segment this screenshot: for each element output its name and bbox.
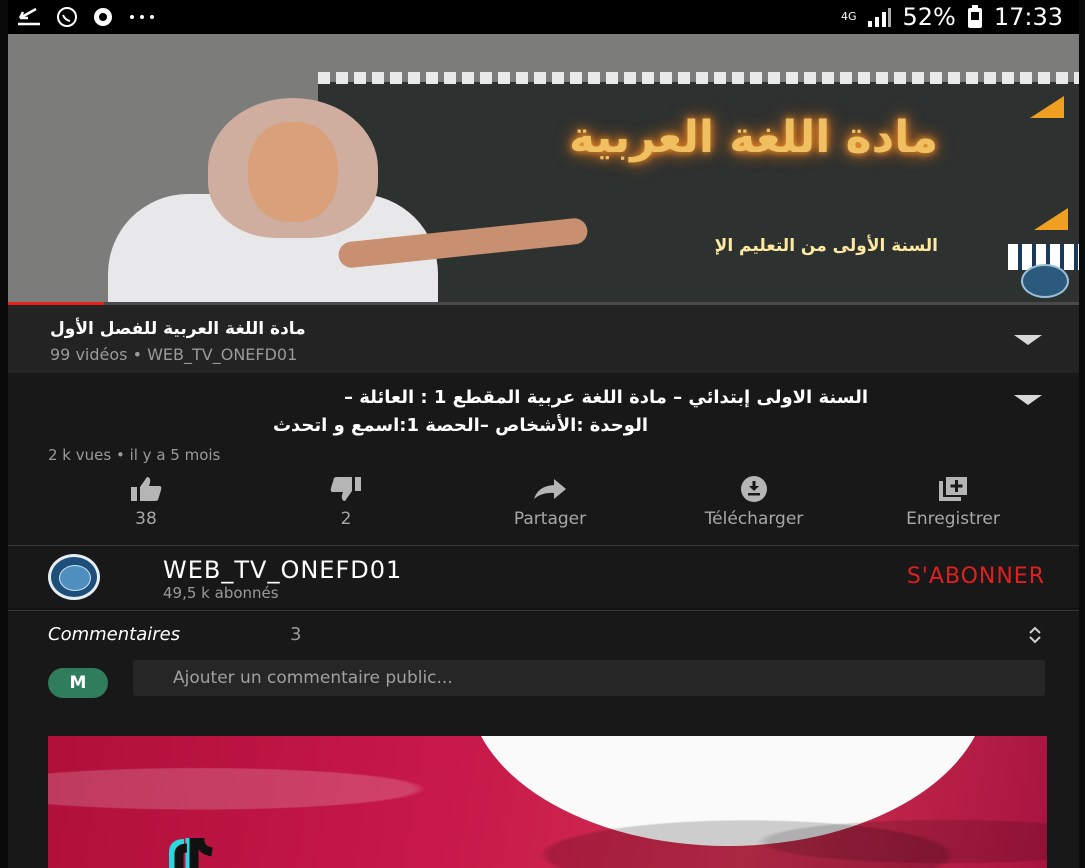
network-type: 4G — [840, 10, 857, 23]
user-avatar: M — [48, 668, 108, 698]
comments-count: 3 — [290, 624, 302, 645]
video-player[interactable]: مادة اللغة العربية السنة الأولى من التعل… — [8, 34, 1079, 304]
channel-row[interactable]: WEB_TV_ONEFD01 49,5 k abonnés S'ABONNER — [8, 546, 1079, 608]
action-bar: 38 2 Partager Télécharger Enregistrer — [8, 473, 1079, 533]
comments-heading: Commentaires — [48, 624, 181, 645]
divider — [8, 610, 1079, 611]
video-info: السنة الاولى إبتدائي – مادة اللغة عربية … — [8, 373, 1079, 545]
clock: 17:33 — [993, 3, 1063, 31]
download-circle-icon — [670, 473, 838, 505]
dislike-count: 2 — [340, 509, 352, 529]
share-label: Partager — [513, 509, 587, 529]
status-bar: 4G 52% 17:33 — [0, 0, 1085, 34]
save-label: Enregistrer — [906, 509, 1000, 529]
like-count: 38 — [135, 509, 157, 529]
share-icon — [470, 473, 630, 505]
vpn-icon — [92, 6, 114, 28]
signal-icon — [866, 7, 892, 27]
channel-logo-icon — [59, 565, 91, 591]
description-expand-icon[interactable] — [1014, 395, 1042, 405]
battery-percent: 52% — [902, 3, 956, 31]
tiktok-logo-icon — [160, 838, 280, 868]
whatsapp-icon — [56, 6, 78, 28]
like-button[interactable]: 38 — [66, 473, 226, 529]
teacher-face — [248, 122, 338, 222]
subscriber-count: 49,5 k abonnés — [163, 584, 279, 602]
download-button[interactable]: Télécharger — [670, 473, 838, 529]
playlist-header[interactable]: مادة اللغة العربية للفصل الأول 99 vidéos… — [8, 305, 1079, 373]
add-to-playlist-icon — [868, 473, 1038, 505]
playlist-meta: 99 vidéos • WEB_TV_ONEFD01 — [50, 345, 298, 364]
channel-watermark-icon — [1021, 264, 1069, 298]
expand-comments-icon[interactable] — [1027, 626, 1043, 648]
board-triangle — [1030, 96, 1064, 118]
subscribe-button[interactable]: S'ABONNER — [907, 564, 1045, 589]
channel-name[interactable]: WEB_TV_ONEFD01 — [163, 556, 402, 584]
channel-avatar[interactable] — [48, 554, 100, 600]
save-button[interactable]: Enregistrer — [868, 473, 1038, 529]
thumbs-down-icon — [266, 473, 426, 505]
device-frame-left — [0, 0, 8, 868]
thumbs-up-icon — [66, 473, 226, 505]
share-button[interactable]: Partager — [470, 473, 630, 529]
playlist-title: مادة اللغة العربية للفصل الأول — [50, 319, 306, 339]
board-decoration — [318, 72, 1079, 84]
device-frame-right — [1079, 0, 1085, 868]
dislike-button[interactable]: 2 — [266, 473, 426, 529]
battery-icon — [966, 5, 984, 29]
board-triangle — [1034, 208, 1068, 230]
download-icon — [16, 6, 42, 28]
download-label: Télécharger — [704, 509, 804, 529]
video-title-line-1: السنة الاولى إبتدائي – مادة اللغة عربية … — [343, 387, 868, 408]
status-bar-right: 4G 52% 17:33 — [841, 3, 1063, 31]
status-bar-left — [16, 6, 156, 28]
video-meta: 2 k vues • il y a 5 mois — [48, 446, 221, 464]
video-title-line-2: الوحدة :الأشخاص –الحصة 1:اسمع و اتحدث — [272, 415, 648, 436]
more-icon — [128, 13, 156, 21]
playlist-expand-icon[interactable] — [1014, 335, 1042, 345]
comments-section[interactable]: Commentaires 3 M — [8, 612, 1079, 712]
comment-input[interactable] — [133, 660, 1045, 696]
video-board-title: مادة اللغة العربية — [568, 112, 938, 163]
